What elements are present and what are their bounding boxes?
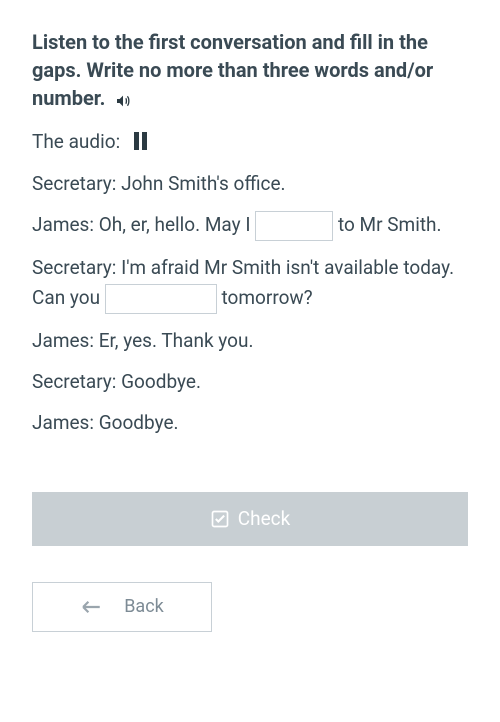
- exercise-title: Listen to the first conversation and fil…: [32, 28, 468, 114]
- dialogue-line-1: Secretary: John Smith's office.: [32, 169, 468, 198]
- check-icon: [210, 509, 230, 529]
- sound-icon[interactable]: [114, 86, 132, 114]
- pause-icon[interactable]: [134, 132, 147, 150]
- check-label: Check: [238, 507, 290, 530]
- audio-row: The audio:: [32, 130, 468, 153]
- speaker-label: Secretary:: [32, 370, 116, 393]
- dialogue-line-4: James: Er, yes. Thank you.: [32, 326, 468, 355]
- check-button[interactable]: Check: [32, 492, 468, 546]
- dialogue-line-5: Secretary: Goodbye.: [32, 367, 468, 396]
- gap-input-2[interactable]: [105, 284, 217, 314]
- dialogue-text: Oh, er, hello. May I: [99, 213, 251, 236]
- back-button[interactable]: Back: [32, 582, 212, 632]
- speaker-label: Secretary:: [32, 256, 116, 279]
- dialogue-text: Goodbye.: [121, 370, 201, 393]
- buttons-area: Check Back: [32, 492, 468, 632]
- speaker-label: Secretary:: [32, 172, 116, 195]
- speaker-label: James:: [32, 213, 94, 236]
- dialogue-line-3: Secretary: I'm afraid Mr Smith isn't ava…: [32, 253, 468, 313]
- back-arrow-icon: [80, 600, 102, 614]
- audio-label: The audio:: [32, 130, 120, 153]
- dialogue-text: John Smith's office.: [121, 172, 285, 195]
- gap-input-1[interactable]: [255, 211, 333, 241]
- title-text: Listen to the first conversation and fil…: [32, 30, 433, 110]
- dialogue-line-6: James: Goodbye.: [32, 408, 468, 437]
- dialogue-text: Goodbye.: [99, 411, 179, 434]
- speaker-label: James:: [32, 411, 94, 434]
- dialogue-text: tomorrow?: [222, 286, 313, 309]
- dialogue-text: Er, yes. Thank you.: [99, 329, 254, 352]
- back-label: Back: [124, 596, 164, 617]
- speaker-label: James:: [32, 329, 94, 352]
- dialogue-line-2: James: Oh, er, hello. May I to Mr Smith.: [32, 210, 468, 241]
- dialogue-text: to Mr Smith.: [338, 213, 442, 236]
